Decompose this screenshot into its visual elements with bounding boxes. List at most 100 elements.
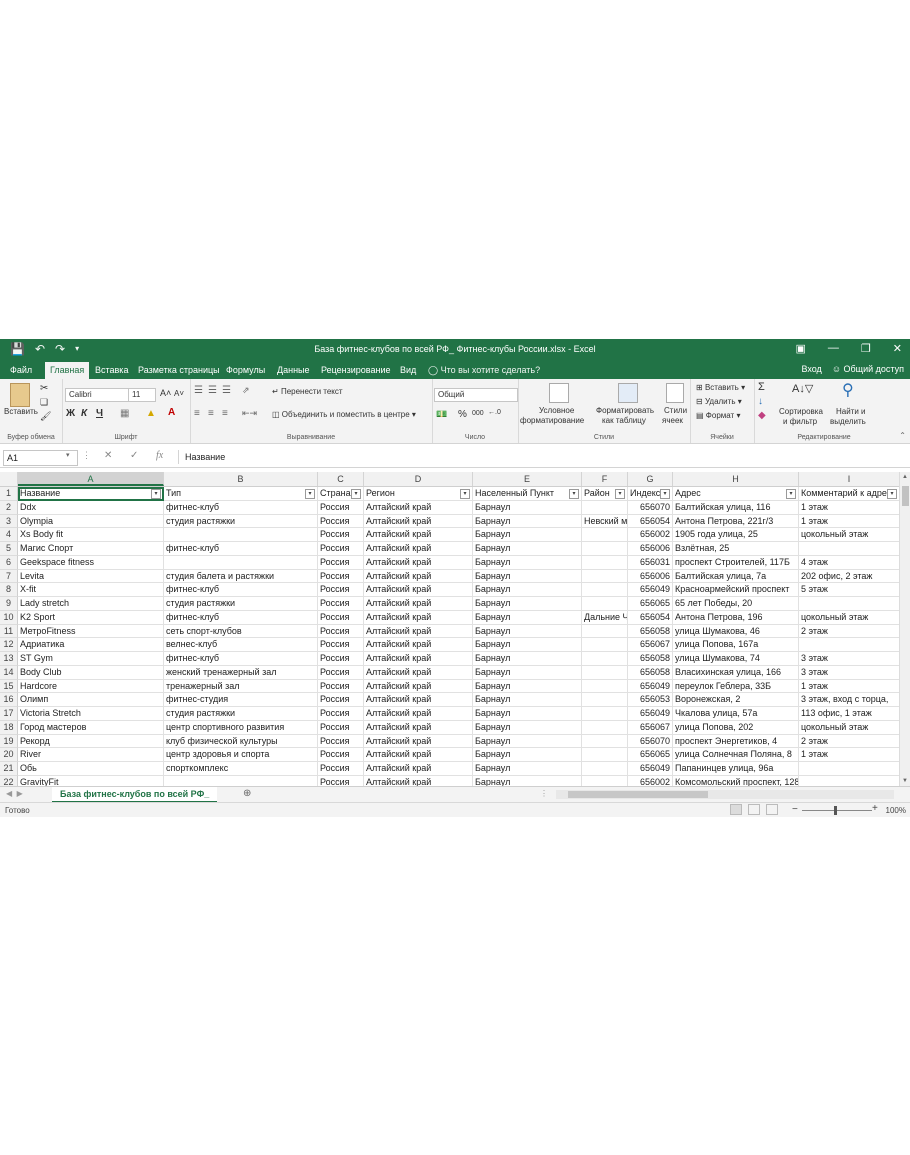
data-cell[interactable]: Барнаул [473, 707, 582, 721]
conditional-format-line2[interactable]: форматирование [520, 416, 584, 425]
indent-icon[interactable]: ⇤⇥ [242, 408, 257, 419]
font-color-icon[interactable]: A [168, 407, 175, 418]
cancel-icon[interactable]: ✕ [104, 450, 112, 461]
cell-styles-line2[interactable]: ячеек [662, 416, 683, 425]
page-break-view-icon[interactable] [766, 804, 778, 815]
data-cell[interactable]: Россия [318, 583, 364, 597]
data-cell[interactable]: Россия [318, 597, 364, 611]
data-cell[interactable]: Красноармейский проспект [673, 583, 799, 597]
data-cell[interactable]: 656065 [628, 597, 673, 611]
data-cell[interactable] [799, 638, 900, 652]
find-select-line1[interactable]: Найти и [836, 407, 866, 416]
data-cell[interactable]: Алтайский край [364, 748, 473, 762]
data-cell[interactable]: 3 этаж, вход с торца, [799, 693, 900, 707]
data-cell[interactable]: Адриатика [18, 638, 164, 652]
data-cell[interactable]: Обь [18, 762, 164, 776]
data-cell[interactable]: Антона Петрова, 221г/3 [673, 514, 799, 529]
row-header[interactable]: 4 [0, 528, 18, 542]
bold-button[interactable]: Ж [66, 408, 75, 419]
data-cell[interactable]: Hardcore [18, 679, 164, 694]
cell-styles-line1[interactable]: Стили [664, 406, 687, 415]
data-cell[interactable]: Levita [18, 569, 164, 584]
data-cell[interactable]: Барнаул [473, 555, 582, 570]
column-header-i[interactable]: I [799, 472, 900, 486]
find-icon[interactable]: ⚲ [842, 380, 854, 400]
data-cell[interactable] [582, 555, 628, 570]
data-cell[interactable]: Дальние Ч [582, 610, 628, 625]
data-cell[interactable]: Барнаул [473, 775, 582, 786]
data-cell[interactable]: Алтайский край [364, 665, 473, 680]
page-layout-view-icon[interactable] [748, 804, 760, 815]
row-header[interactable]: 21 [0, 762, 18, 776]
tab-view[interactable]: Вид [400, 365, 416, 375]
insert-cells-button[interactable]: ⊞ Вставить ▾ [696, 383, 745, 392]
row-header[interactable]: 5 [0, 542, 18, 556]
data-cell[interactable]: Россия [318, 775, 364, 786]
data-cell[interactable]: Россия [318, 528, 364, 542]
data-cell[interactable]: улица Шумакова, 46 [673, 624, 799, 639]
row-header[interactable]: 2 [0, 500, 18, 515]
data-cell[interactable]: Body Club [18, 665, 164, 680]
data-cell[interactable] [582, 624, 628, 639]
data-cell[interactable]: Барнаул [473, 583, 582, 597]
row-header[interactable]: 16 [0, 693, 18, 707]
normal-view-icon[interactable] [730, 804, 742, 815]
data-cell[interactable]: K2 Sport [18, 610, 164, 625]
add-sheet-icon[interactable]: ⊕ [243, 788, 251, 799]
insert-function-icon[interactable]: fx [156, 450, 163, 461]
tab-review[interactable]: Рецензирование [321, 365, 391, 375]
data-cell[interactable]: 656002 [628, 775, 673, 786]
data-cell[interactable] [582, 720, 628, 735]
data-cell[interactable]: фитнес-клуб [164, 652, 318, 666]
data-cell[interactable]: фитнес-клуб [164, 610, 318, 625]
data-cell[interactable]: Россия [318, 542, 364, 556]
data-cell[interactable]: цокольный этаж [799, 528, 900, 542]
data-cell[interactable]: Взлётная, 25 [673, 542, 799, 556]
column-header-d[interactable]: D [364, 472, 473, 486]
data-cell[interactable]: Алтайский край [364, 638, 473, 652]
horizontal-scroll-thumb[interactable] [568, 791, 708, 798]
data-cell[interactable]: Россия [318, 720, 364, 735]
minimize-icon[interactable]: — [828, 342, 839, 355]
data-cell[interactable]: Балтийская улица, 116 [673, 500, 799, 515]
data-cell[interactable]: Ddx [18, 500, 164, 515]
format-table-line2[interactable]: как таблицу [602, 416, 646, 425]
font-name-select[interactable]: Calibri [65, 388, 129, 402]
row-header[interactable]: 18 [0, 720, 18, 735]
data-cell[interactable]: Россия [318, 693, 364, 707]
row-header[interactable]: 7 [0, 569, 18, 584]
column-header-h[interactable]: H [673, 472, 799, 486]
shrink-font-icon[interactable]: A˅ [174, 389, 184, 398]
data-cell[interactable]: Алтайский край [364, 775, 473, 786]
zoom-slider[interactable]: − [792, 804, 872, 815]
data-cell[interactable]: 656058 [628, 652, 673, 666]
data-cell[interactable]: Барнаул [473, 679, 582, 694]
data-cell[interactable]: Россия [318, 679, 364, 694]
data-cell[interactable]: 656054 [628, 514, 673, 529]
data-cell[interactable]: Россия [318, 610, 364, 625]
font-size-select[interactable]: 11 [128, 388, 156, 402]
data-cell[interactable]: улица Шумакова, 74 [673, 652, 799, 666]
data-cell[interactable] [799, 775, 900, 786]
data-cell[interactable]: 656058 [628, 665, 673, 680]
data-cell[interactable] [582, 528, 628, 542]
align-top-icon[interactable]: ☰ [194, 385, 203, 396]
copy-icon[interactable]: ❏ [40, 397, 48, 408]
data-cell[interactable]: Алтайский край [364, 555, 473, 570]
data-cell[interactable]: 4 этаж [799, 555, 900, 570]
column-header-f[interactable]: F [582, 472, 628, 486]
data-cell[interactable]: 656049 [628, 707, 673, 721]
zoom-in-icon[interactable]: + [872, 803, 878, 814]
data-cell[interactable]: центр спортивного развития [164, 720, 318, 735]
data-cell[interactable]: 656067 [628, 720, 673, 735]
filter-dropdown-icon[interactable]: ▾ [887, 489, 897, 499]
row-header[interactable]: 22 [0, 775, 18, 786]
data-cell[interactable]: Барнаул [473, 748, 582, 762]
data-cell[interactable]: Антона Петрова, 196 [673, 610, 799, 625]
data-cell[interactable]: X-fit [18, 583, 164, 597]
header-cell[interactable]: Район ▾ [582, 487, 628, 501]
data-cell[interactable]: цокольный этаж [799, 720, 900, 735]
row-header[interactable]: 6 [0, 555, 18, 570]
sort-filter-icon[interactable]: A↓▽ [792, 382, 813, 395]
align-center-icon[interactable]: ≡ [208, 408, 214, 419]
